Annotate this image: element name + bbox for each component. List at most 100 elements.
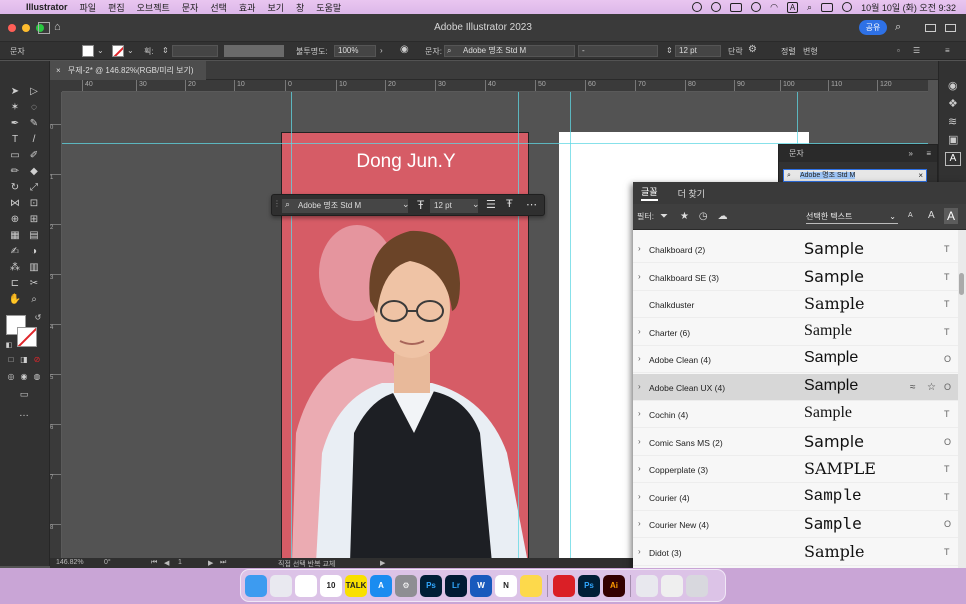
color-mode-icon[interactable]: □ bbox=[4, 353, 18, 367]
contextual-font-field[interactable]: Adobe 명조 Std M bbox=[282, 199, 408, 213]
favorites-star-icon[interactable]: ★ bbox=[680, 211, 689, 222]
type-on-path-icon[interactable]: Ŧ bbox=[506, 198, 513, 210]
default-fill-stroke-icon[interactable]: ◧ bbox=[2, 339, 16, 353]
opacity-field[interactable]: 100% bbox=[334, 45, 376, 57]
shaper-tool-icon[interactable]: ✏ bbox=[8, 165, 22, 179]
collapse-panel-icon[interactable]: » bbox=[909, 145, 913, 162]
dock-app-photoshop[interactable]: Ps bbox=[420, 574, 442, 597]
stroke-weight-field[interactable] bbox=[172, 45, 218, 57]
contextual-size-field[interactable]: 12 pt bbox=[430, 199, 478, 213]
horizontal-ruler[interactable]: 40 30 20 10 0 10 20 30 40 50 60 70 80 90… bbox=[62, 80, 928, 92]
zoom-tool-icon[interactable]: ⌕ bbox=[27, 293, 41, 307]
scale-tool-icon[interactable]: ⤢ bbox=[27, 181, 41, 195]
expand-family-chevron-icon[interactable]: › bbox=[638, 547, 641, 556]
font-list-item[interactable]: › Charter (6) Sample T bbox=[633, 319, 958, 346]
font-list-item[interactable]: › Adobe Clean UX (4) Sample ≈ ☆ O bbox=[633, 373, 958, 401]
similar-fonts-icon[interactable]: ≈ bbox=[910, 382, 916, 393]
paragraph-label[interactable]: 단락 bbox=[728, 46, 743, 57]
glyph-options-icon[interactable]: ⚙ bbox=[748, 44, 757, 55]
bluetooth-icon[interactable] bbox=[751, 2, 762, 12]
layers-panel-icon[interactable]: ≋ bbox=[948, 115, 957, 128]
favorite-font-icon[interactable]: ☆ bbox=[927, 382, 936, 393]
none-mode-icon[interactable]: ⊘ bbox=[30, 353, 44, 367]
vertical-guide[interactable] bbox=[570, 92, 571, 558]
vertical-guide[interactable] bbox=[518, 92, 519, 558]
last-artboard-icon[interactable]: ⏭ bbox=[220, 559, 226, 567]
stroke-dropdown-chevron-icon[interactable]: ⌄ bbox=[127, 46, 134, 55]
creative-cloud-status-icon[interactable] bbox=[692, 2, 703, 12]
edit-toolbar-icon[interactable]: … bbox=[17, 407, 31, 421]
dock-app-trash[interactable] bbox=[686, 574, 708, 597]
stroke-stepper-icon[interactable]: ⇕ bbox=[162, 46, 169, 55]
filter-funnel-icon[interactable]: ⏷ bbox=[660, 211, 668, 222]
wifi-icon[interactable]: ◠ bbox=[770, 2, 778, 13]
libraries-panel-icon[interactable]: ▣ bbox=[948, 133, 958, 146]
workspace-layout-icon[interactable] bbox=[945, 24, 956, 32]
width-tool-icon[interactable]: ⋈ bbox=[8, 197, 22, 211]
share-button[interactable]: 공유 bbox=[859, 20, 887, 35]
selection-tool-icon[interactable]: ➤ bbox=[8, 85, 22, 99]
dock-app-creative-cloud[interactable] bbox=[553, 574, 575, 597]
font-list-item[interactable]: › Courier New (4) Sample O bbox=[633, 511, 958, 538]
medium-sample-size-icon[interactable]: A bbox=[928, 210, 935, 221]
symbol-sprayer-tool-icon[interactable]: ⁂ bbox=[8, 261, 22, 275]
record-status-icon[interactable] bbox=[711, 2, 722, 12]
spotlight-icon[interactable]: ⌕ bbox=[807, 2, 812, 13]
opacity-arrow-icon[interactable]: › bbox=[380, 46, 383, 55]
artboard-tool-icon[interactable]: ⊏ bbox=[8, 277, 22, 291]
tab-find-more[interactable]: 더 찾기 bbox=[678, 187, 705, 200]
gradient-tool-icon[interactable]: ▤ bbox=[27, 229, 41, 243]
expand-family-chevron-icon[interactable]: › bbox=[638, 244, 641, 253]
dock-app-chrome[interactable] bbox=[295, 574, 317, 597]
search-icon[interactable]: ⌕ bbox=[895, 21, 901, 34]
font-list-scroll-thumb[interactable] bbox=[959, 273, 964, 295]
rotate-tool-icon[interactable]: ↻ bbox=[8, 181, 22, 195]
font-list-item[interactable]: Chalkduster Sample T bbox=[633, 291, 958, 318]
type-tool-icon[interactable]: T bbox=[8, 133, 22, 147]
pen-tool-icon[interactable]: ✒ bbox=[8, 117, 22, 131]
expand-family-chevron-icon[interactable]: › bbox=[638, 519, 641, 528]
font-list-item[interactable]: › Copperplate (3) SAMPLE T bbox=[633, 456, 958, 483]
menubar-clock[interactable]: 10월 10일 (화) 오전 9:32 bbox=[861, 1, 956, 14]
properties-panel-icon[interactable]: ❖ bbox=[948, 97, 958, 110]
control-bar-menu-icon[interactable]: ≡ bbox=[945, 46, 950, 55]
previous-artboard-icon[interactable]: ◀ bbox=[164, 559, 169, 567]
input-source-icon[interactable]: A bbox=[787, 1, 799, 13]
panel-menu-icon[interactable]: ≡ bbox=[926, 145, 931, 162]
dock-app-kakaotalk[interactable]: TALK bbox=[345, 574, 367, 597]
menu-effect[interactable]: 효과 bbox=[239, 1, 256, 14]
menu-window[interactable]: 창 bbox=[296, 1, 304, 14]
dock-app-notion[interactable]: N bbox=[495, 574, 517, 597]
dock-app-preview[interactable] bbox=[661, 574, 683, 597]
menu-select[interactable]: 선택 bbox=[210, 1, 227, 14]
isolate-icon[interactable]: ▫ bbox=[897, 46, 900, 55]
expand-family-chevron-icon[interactable]: › bbox=[638, 354, 641, 363]
transform-label[interactable]: 변형 bbox=[803, 46, 818, 57]
dock-app-finder[interactable] bbox=[245, 574, 267, 597]
battery-icon[interactable] bbox=[730, 2, 743, 12]
arrange-documents-icon[interactable] bbox=[925, 24, 936, 32]
zoom-level[interactable]: 146.82% bbox=[56, 559, 84, 566]
menu-edit[interactable]: 편집 bbox=[108, 1, 125, 14]
shape-builder-tool-icon[interactable]: ⊕ bbox=[8, 213, 22, 227]
rotation-value[interactable]: 0° bbox=[104, 559, 111, 566]
draw-inside-icon[interactable]: ◍ bbox=[30, 370, 44, 384]
font-list-item[interactable]: › Courier (4) Sample T bbox=[633, 484, 958, 511]
font-list-item[interactable]: › Cochin (4) Sample T bbox=[633, 401, 958, 428]
font-size-stepper-icon[interactable]: ⇕ bbox=[666, 46, 673, 55]
dock-app-illustrator[interactable]: Ai bbox=[603, 574, 625, 597]
clear-search-icon[interactable]: × bbox=[918, 170, 923, 181]
dock-app-photoshop-2[interactable]: Ps bbox=[578, 574, 600, 597]
expand-family-chevron-icon[interactable]: › bbox=[638, 382, 641, 391]
recent-fonts-icon[interactable]: ◷ bbox=[699, 211, 708, 222]
size-dropdown-chevron-icon[interactable]: ⌄ bbox=[472, 199, 480, 210]
dock-app-lightroom[interactable]: Lr bbox=[445, 574, 467, 597]
font-dropdown-chevron-icon[interactable]: ⌄ bbox=[402, 199, 410, 210]
eyedropper-tool-icon[interactable]: ✍ bbox=[8, 245, 22, 259]
dock-app-keyboard-viewer[interactable] bbox=[636, 574, 658, 597]
dock-app-notes[interactable] bbox=[520, 574, 542, 597]
gradient-mode-icon[interactable]: ◨ bbox=[17, 353, 31, 367]
font-list-item[interactable]: › Chalkboard (2) Sample T bbox=[633, 236, 958, 263]
magic-wand-tool-icon[interactable]: ✶ bbox=[8, 101, 22, 115]
character-font-search[interactable]: ⌕ Adobe 명조 Std M × bbox=[783, 169, 927, 182]
